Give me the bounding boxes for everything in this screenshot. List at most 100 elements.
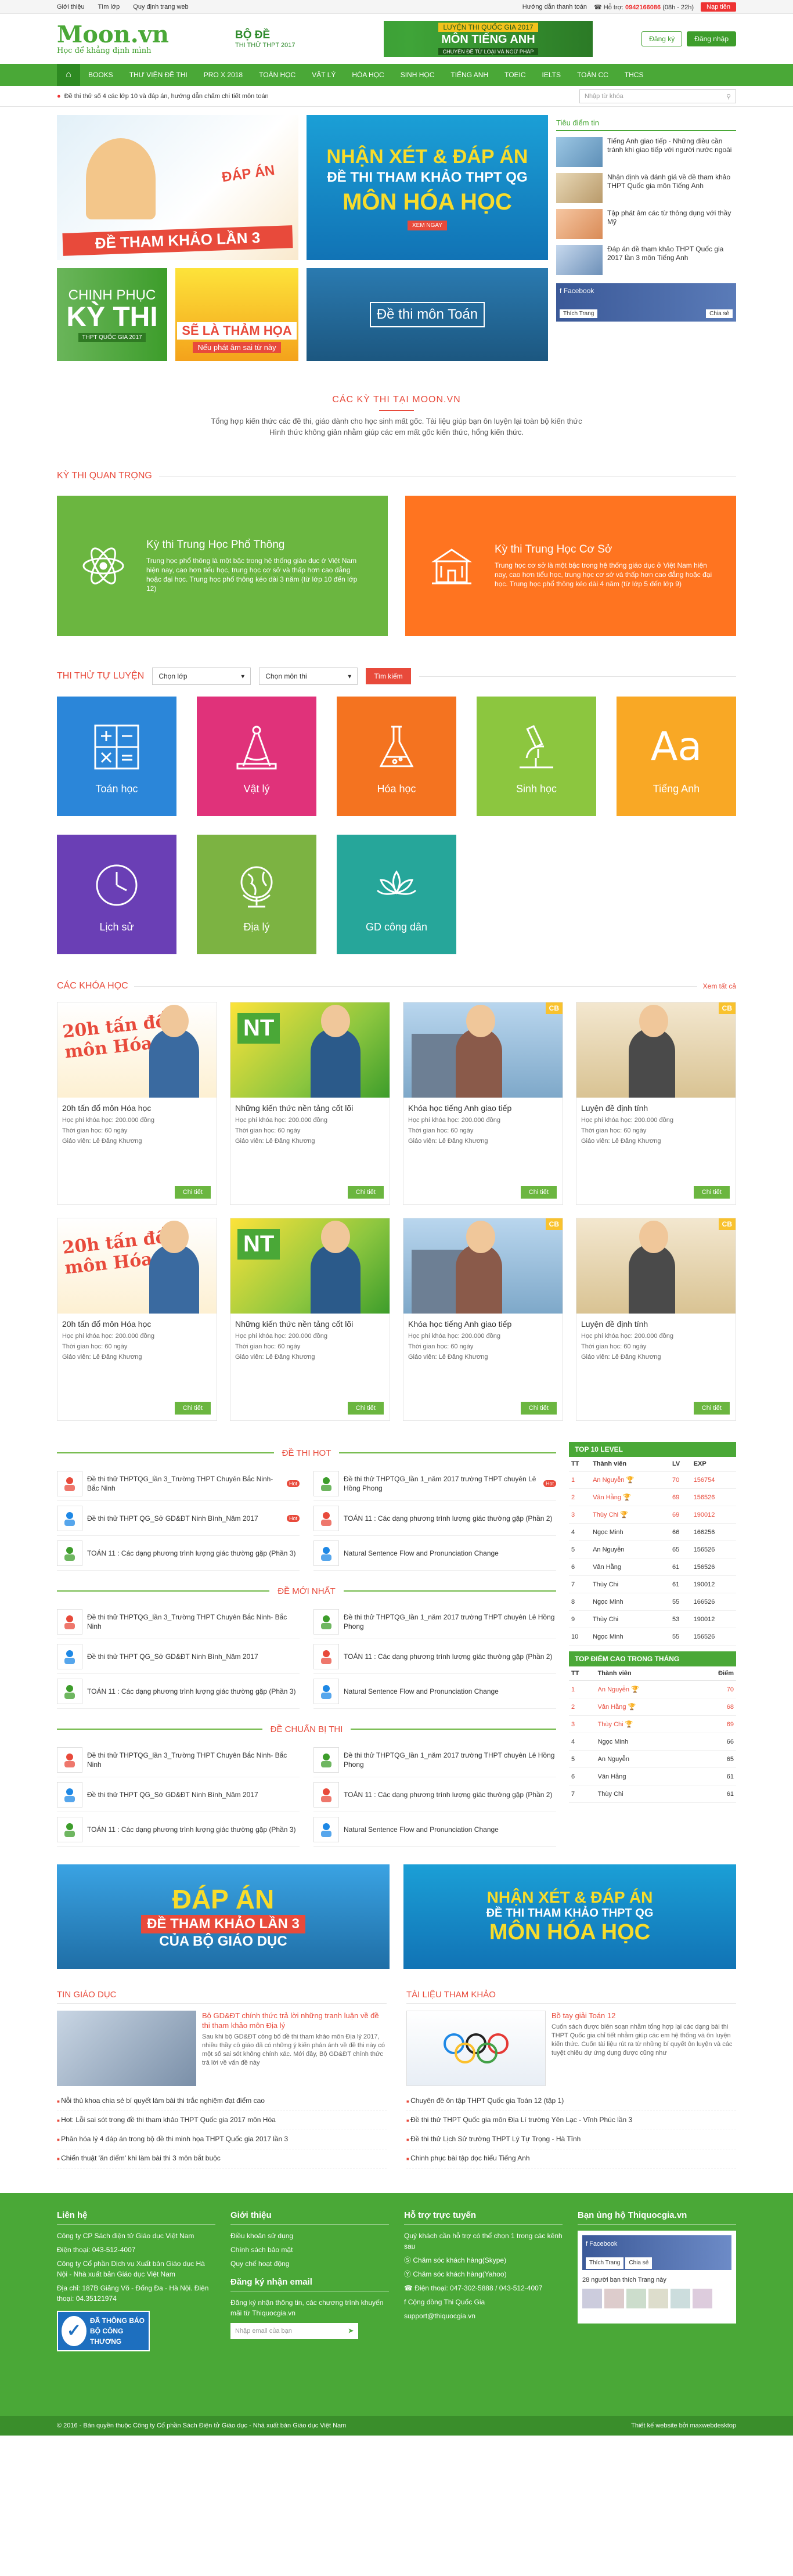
banner-exam-ref-3[interactable]: ĐÁP ÁN ĐỀ THAM KHẢO LẦN 3 xyxy=(57,115,298,260)
footer-link[interactable]: Chính sách bảo mật xyxy=(230,2245,389,2255)
member-name[interactable]: Ngọc Minh xyxy=(598,1738,629,1745)
material-link[interactable]: Đề thi thử Lịch Sử trường THPT Lý Tự Trọ… xyxy=(406,2130,736,2149)
nav-toeic[interactable]: TOEIC xyxy=(496,64,534,86)
exam-item[interactable]: Đề thi thử THPT QG_Sở GD&ĐT Ninh Bình_Nă… xyxy=(57,1777,300,1812)
exam-item[interactable]: Đề thi thử THPTQG_lần 3_Trường THPT Chuy… xyxy=(57,1466,300,1501)
nav-books[interactable]: BOOKS xyxy=(80,64,121,86)
search-icon[interactable]: ⚲ xyxy=(726,93,731,100)
payment-guide-link[interactable]: Hướng dẫn thanh toán xyxy=(522,3,587,10)
banner-pronunciation[interactable]: SẼ LÀ THẢM HỌA Nếu phát âm sai từ này xyxy=(175,268,298,361)
course-card[interactable]: CB Luyện đề định tính Học phí khóa học: 2… xyxy=(576,1218,736,1421)
login-button[interactable]: Đăng nhập xyxy=(687,31,736,46)
course-name[interactable]: Khóa học tiếng Anh giao tiếp xyxy=(403,1098,563,1115)
banner-chemistry-review[interactable]: NHẬN XÉT & ĐÁP ÁN ĐỀ THI THAM KHẢO THPT … xyxy=(307,115,548,260)
facebook-page-widget[interactable]: f Facebook Thích Trang Chia sẻ 28 người … xyxy=(578,2231,736,2324)
header-banner[interactable]: BỘ ĐỀ THI THỬ THPT 2017 LUYỆN THI QUỐC G… xyxy=(226,21,593,57)
member-name[interactable]: Ngọc Minh xyxy=(593,1529,623,1536)
course-name[interactable]: 20h tấn đổ môn Hóa học xyxy=(57,1098,217,1115)
news-link[interactable]: Nỗi thủ khoa chia sẻ bí quyết làm bài th… xyxy=(57,2092,387,2111)
material-link[interactable]: Chuyên đề ôn tập THPT Quốc gia Toán 12 (… xyxy=(406,2092,736,2111)
member-name[interactable]: An Nguyễn xyxy=(598,1686,629,1693)
course-detail-button[interactable]: Chi tiết xyxy=(520,1402,557,1415)
member-name[interactable]: Thùy Chi xyxy=(593,1581,618,1588)
support-email[interactable]: support@thiquocgia.vn xyxy=(404,2311,563,2321)
subject-geography[interactable]: Địa lý xyxy=(197,835,316,954)
subject-history[interactable]: Lịch sử xyxy=(57,835,176,954)
focus-news-item[interactable]: Tiếng Anh giao tiếp - Những điều cần trá… xyxy=(556,137,736,167)
member-name[interactable]: Thùy Chi xyxy=(598,1721,623,1728)
course-name[interactable]: Luyện đề định tính xyxy=(576,1314,736,1331)
nav-advanced-math[interactable]: TOÁN CC xyxy=(569,64,617,86)
nav-math[interactable]: TOÁN HỌC xyxy=(251,64,304,86)
member-name[interactable]: Ngọc Minh xyxy=(593,1599,623,1606)
send-arrow-icon[interactable]: ➤ xyxy=(348,2326,354,2336)
material-link[interactable]: Đề thi thử THPT Quốc gia môn Địa Lí trườ… xyxy=(406,2111,736,2130)
nav-english[interactable]: TIẾNG ANH xyxy=(442,64,496,86)
course-name[interactable]: Khóa học tiếng Anh giao tiếp xyxy=(403,1314,563,1331)
focus-news-item[interactable]: Tập phát âm các từ thông dụng với thầy M… xyxy=(556,209,736,239)
banner-math-exam[interactable]: Đề thi môn Toán xyxy=(307,268,548,361)
nav-physics[interactable]: VẬT LÝ xyxy=(304,64,344,86)
member-name[interactable]: An Nguyễn xyxy=(593,1546,624,1553)
top-link-rules[interactable]: Quy định trang web xyxy=(133,3,188,10)
exam-item[interactable]: Natural Sentence Flow and Pronunciation … xyxy=(313,1536,556,1571)
member-name[interactable]: Vân Hằng xyxy=(598,1773,626,1780)
banner-view-button[interactable]: XEM NGAY xyxy=(407,220,448,230)
ministry-registered-badge[interactable]: ✓ ĐÃ THÔNG BÁO BỘ CÔNG THƯƠNG xyxy=(57,2311,150,2351)
exam-item[interactable]: Đề thi thử THPTQG_lần 1_năm 2017 trường … xyxy=(313,1604,556,1639)
newsletter-email-input[interactable]: Nhập email của bạn ➤ xyxy=(230,2323,358,2339)
member-name[interactable]: Vân Hằng xyxy=(593,1564,621,1571)
facebook-share-button[interactable]: Chia sẻ xyxy=(706,309,733,318)
member-name[interactable]: Ngọc Minh xyxy=(593,1633,623,1640)
course-detail-button[interactable]: Chi tiết xyxy=(347,1402,384,1415)
exam-item[interactable]: Natural Sentence Flow and Pronunciation … xyxy=(313,1674,556,1709)
grade-select[interactable]: Chọn lớp ▾ xyxy=(152,668,251,685)
course-detail-button[interactable]: Chi tiết xyxy=(174,1186,211,1199)
focus-news-item[interactable]: Đáp án đề tham khảo THPT Quốc gia 2017 l… xyxy=(556,245,736,275)
banner-chemistry-review-2[interactable]: NHẬN XÉT & ĐÁP ÁN ĐỀ THI THAM KHẢO THPT … xyxy=(403,1864,736,1969)
course-card[interactable]: CB Khóa học tiếng Anh giao tiếp Học phí k… xyxy=(403,1002,563,1205)
site-logo[interactable]: Moon.vn Học để khẳng định mình xyxy=(57,23,169,55)
member-name[interactable]: Vân Hằng xyxy=(593,1494,621,1501)
course-name[interactable]: 20h tấn đổ môn Hóa học xyxy=(57,1314,217,1331)
designer-credit[interactable]: Thiết kế website bởi maxwebdesktop xyxy=(631,2422,736,2429)
level-card-thpt[interactable]: Kỳ thi Trung Học Phổ Thông Trung học phổ… xyxy=(57,496,388,636)
course-detail-button[interactable]: Chi tiết xyxy=(693,1402,730,1415)
exam-item[interactable]: Đề thi thử THPT QG_Sở GD&ĐT Ninh Bình_Nă… xyxy=(57,1639,300,1674)
subject-select[interactable]: Chọn môn thi ▾ xyxy=(259,668,358,685)
subject-math[interactable]: Toán học xyxy=(57,697,176,816)
support-skype[interactable]: Ⓢ Chăm sóc khách hàng(Skype) xyxy=(404,2255,563,2265)
facebook-widget[interactable]: f Facebook Thích Trang Chia sẻ xyxy=(556,283,736,322)
course-detail-button[interactable]: Chi tiết xyxy=(693,1186,730,1199)
exam-item[interactable]: Đề thi thử THPTQG_lần 3_Trường THPT Chuy… xyxy=(57,1742,300,1777)
exam-item[interactable]: Đề thi thử THPTQG_lần 3_Trường THPT Chuy… xyxy=(57,1604,300,1639)
member-name[interactable]: Thùy Chi xyxy=(593,1616,618,1623)
course-card[interactable]: 20h tấn đổ môn Hóa 20h tấn đổ môn Hóa học… xyxy=(57,1218,217,1421)
subject-physics[interactable]: Vật lý xyxy=(197,697,316,816)
course-name[interactable]: Những kiến thức nền tảng cốt lõi xyxy=(230,1098,390,1115)
exam-item[interactable]: TOÁN 11 : Các dạng phương trình lượng gi… xyxy=(57,1674,300,1709)
course-detail-button[interactable]: Chi tiết xyxy=(174,1402,211,1415)
nav-pro-x[interactable]: PRO X 2018 xyxy=(196,64,251,86)
home-icon[interactable]: ⌂ xyxy=(57,64,80,86)
nav-ielts[interactable]: IELTS xyxy=(534,64,569,86)
facebook-like-button[interactable]: Thích Trang xyxy=(586,2257,624,2269)
footer-link[interactable]: Điều khoản sử dụng xyxy=(230,2231,389,2241)
exam-item[interactable]: Đề thi thử THPTQG_lần 1_năm 2017 trường … xyxy=(313,1466,556,1501)
focus-news-item[interactable]: Nhận định và đánh giá về đề tham khảo TH… xyxy=(556,173,736,203)
course-card[interactable]: NT Những kiến thức nền tảng cốt lõi Học p… xyxy=(230,1002,390,1205)
course-card[interactable]: CB Khóa học tiếng Anh giao tiếp Học phí k… xyxy=(403,1218,563,1421)
member-name[interactable]: An Nguyễn xyxy=(598,1756,629,1763)
subject-english[interactable]: Aa Tiếng Anh xyxy=(617,697,736,816)
exam-item[interactable]: Natural Sentence Flow and Pronunciation … xyxy=(313,1812,556,1847)
course-card[interactable]: 20h tấn đổ môn Hóa 20h tấn đổ môn Hóa học… xyxy=(57,1002,217,1205)
course-detail-button[interactable]: Chi tiết xyxy=(347,1186,384,1199)
subject-chemistry[interactable]: Hóa học xyxy=(337,697,456,816)
search-button[interactable]: Tìm kiếm xyxy=(366,668,411,684)
featured-material[interactable]: Bồ tay giải Toán 12 Cuốn sách được biên … xyxy=(406,2011,736,2086)
member-name[interactable]: Thùy Chi xyxy=(598,1791,623,1798)
support-yahoo[interactable]: Ⓨ Chăm sóc khách hàng(Yahoo) xyxy=(404,2269,563,2279)
exam-item[interactable]: Đề thi thử THPT QG_Sở GD&ĐT Ninh Bình_Nă… xyxy=(57,1501,300,1536)
banner-conquer-exam[interactable]: CHINH PHỤC KỲ THI THPT QUỐC GIA 2017 xyxy=(57,268,167,361)
member-name[interactable]: Thùy Chi xyxy=(593,1511,618,1518)
